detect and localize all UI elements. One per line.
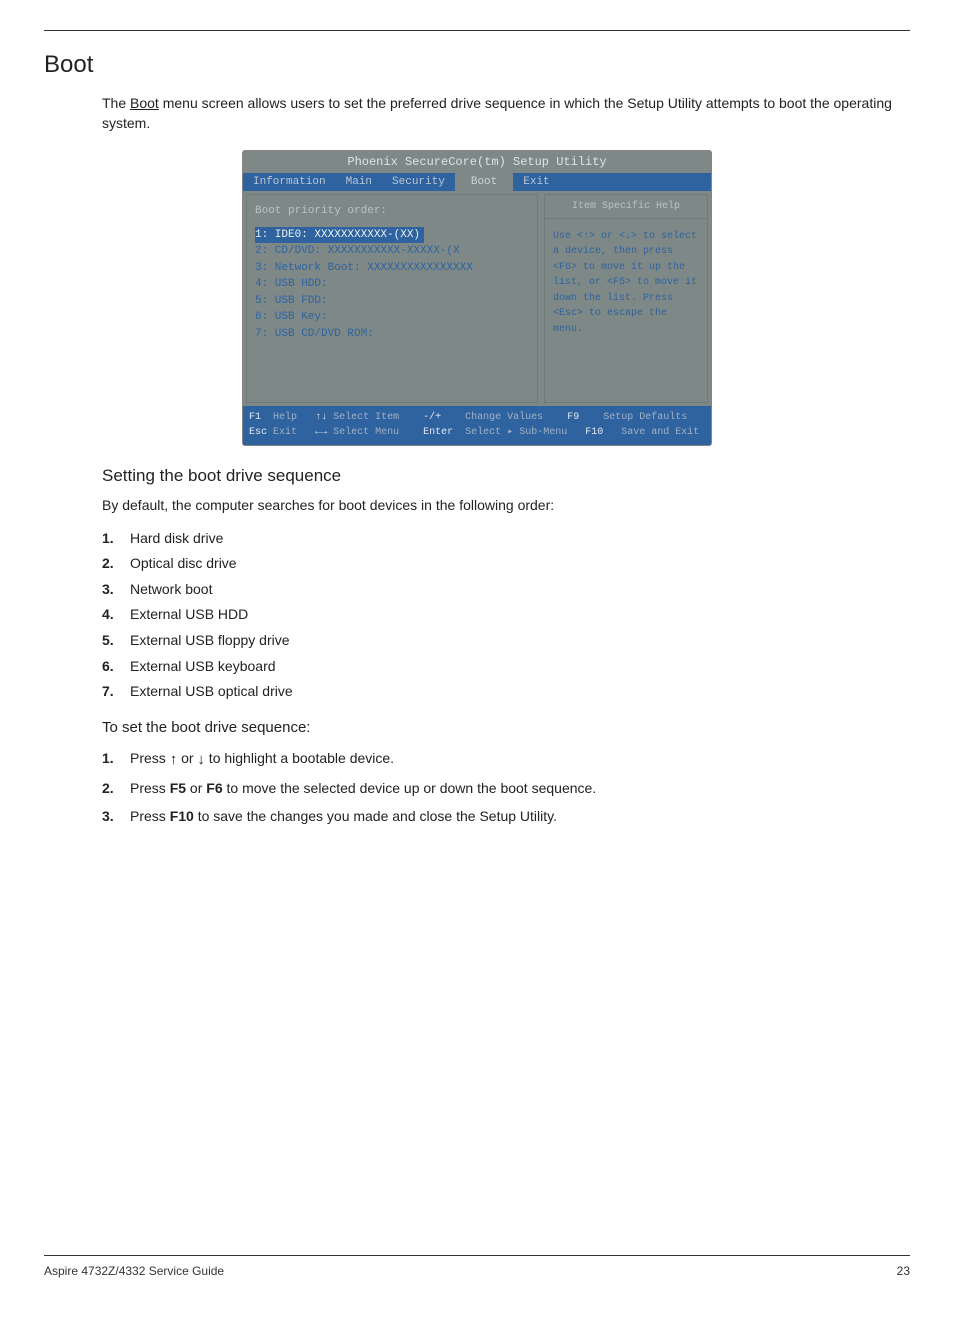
bios-right-panel: Item Specific Help Use <↑> or <↓> to sel… — [544, 194, 708, 404]
list-item: External USB keyboard — [102, 654, 910, 680]
bios-tab-main: Main — [336, 173, 382, 191]
bios-left-panel: Boot priority order: 1: IDE0: XXXXXXXXXX… — [246, 194, 538, 404]
leftright-icon: ←→ — [315, 427, 327, 438]
bios-item-5: 5: USB FDD: — [255, 293, 529, 310]
step1-post: to highlight a bootable device. — [205, 750, 394, 766]
bios-item-3: 3: Network Boot: XXXXXXXXXXXXXXXX — [255, 260, 529, 277]
step3-f10: F10 — [170, 808, 194, 824]
bios-item-7: 7: USB CD/DVD ROM: — [255, 326, 529, 343]
steps-heading: To set the boot drive sequence: — [102, 719, 910, 736]
updown-icon: ↑↓ — [315, 412, 327, 423]
bios-tabs: Information Main Security Boot Exit — [243, 173, 711, 191]
foot-save-exit: Save and Exit — [621, 427, 699, 438]
foot-submenu: ▸ Sub-Menu — [507, 427, 567, 438]
bios-screenshot: Phoenix SecureCore(tm) Setup Utility Inf… — [242, 150, 712, 447]
bios-tab-exit: Exit — [513, 173, 559, 191]
foot-f9: F9 — [567, 412, 579, 423]
up-arrow-icon: ↑ — [170, 749, 178, 771]
intro-pre: The — [102, 95, 130, 111]
step1-pre: Press — [130, 750, 170, 766]
list-item: Network boot — [102, 577, 910, 603]
step3-pre: Press — [130, 808, 170, 824]
bios-tab-boot: Boot — [455, 173, 513, 191]
foot-help: Help — [273, 412, 297, 423]
bios-priority-label: Boot priority order: — [255, 205, 529, 217]
list-item: External USB floppy drive — [102, 628, 910, 654]
step2-mid: or — [186, 780, 206, 796]
foot-esc: Esc — [249, 427, 267, 438]
list-item: External USB HDD — [102, 602, 910, 628]
foot-setup-defaults: Setup Defaults — [603, 412, 687, 423]
step-3: Press F10 to save the changes you made a… — [102, 802, 910, 830]
list-item: Hard disk drive — [102, 526, 910, 552]
step1-mid: or — [177, 750, 197, 766]
step2-f6: F6 — [206, 780, 222, 796]
intro-paragraph: The Boot menu screen allows users to set… — [102, 93, 910, 134]
footer-left: Aspire 4732Z/4332 Service Guide — [44, 1264, 224, 1278]
step2-post: to move the selected device up or down t… — [223, 780, 597, 796]
bios-item-1: 1: IDE0: XXXXXXXXXXX-(XX) — [255, 227, 424, 244]
footer-page-number: 23 — [897, 1264, 910, 1278]
bios-item-2: 2: CD/DVD: XXXXXXXXXXX-XXXXX-(X — [255, 243, 529, 260]
bios-item-4: 4: USB HDD: — [255, 276, 529, 293]
foot-exit: Exit — [273, 427, 297, 438]
top-rule — [44, 30, 910, 31]
foot-select-menu: Select Menu — [333, 427, 399, 438]
list-item: Optical disc drive — [102, 551, 910, 577]
footer-rule — [44, 1255, 910, 1256]
list-item: External USB optical drive — [102, 679, 910, 705]
bios-title: Phoenix SecureCore(tm) Setup Utility — [243, 151, 711, 173]
foot-change: Change Values — [465, 412, 543, 423]
intro-post: menu screen allows users to set the pref… — [102, 95, 892, 131]
foot-minusplus: -/+ — [423, 412, 441, 423]
bios-item-6: 6: USB Key: — [255, 309, 529, 326]
bios-footer: F1 Help ↑↓ Select Item -/+ Change Values… — [243, 406, 711, 445]
step-2: Press F5 or F6 to move the selected devi… — [102, 774, 910, 802]
bios-help-title: Item Specific Help — [545, 195, 707, 219]
subheading-setting-boot: Setting the boot drive sequence — [102, 466, 910, 486]
bios-boot-list: 1: IDE0: XXXXXXXXXXX-(XX) 2: CD/DVD: XXX… — [255, 227, 529, 343]
boot-order-list: Hard disk drive Optical disc drive Netwo… — [102, 526, 910, 705]
default-order-para: By default, the computer searches for bo… — [102, 496, 910, 516]
foot-f10: F10 — [585, 427, 603, 438]
bios-tab-security: Security — [382, 173, 455, 191]
foot-select: Select — [465, 427, 501, 438]
step-1: Press ↑ or ↓ to highlight a bootable dev… — [102, 744, 910, 774]
bios-help-text: Use <↑> or <↓> to select a device, then … — [553, 229, 699, 338]
intro-boot-underline: Boot — [130, 95, 159, 111]
page-footer: Aspire 4732Z/4332 Service Guide 23 — [44, 1264, 910, 1278]
foot-select-item: Select Item — [333, 412, 399, 423]
step2-f5: F5 — [170, 780, 186, 796]
down-arrow-icon: ↓ — [197, 749, 205, 771]
section-heading-boot: Boot — [44, 51, 910, 79]
step3-post: to save the changes you made and close t… — [194, 808, 557, 824]
step2-pre: Press — [130, 780, 170, 796]
foot-f1: F1 — [249, 412, 261, 423]
foot-enter: Enter — [423, 427, 453, 438]
steps-list: Press ↑ or ↓ to highlight a bootable dev… — [102, 744, 910, 830]
bios-tab-information: Information — [243, 173, 336, 191]
